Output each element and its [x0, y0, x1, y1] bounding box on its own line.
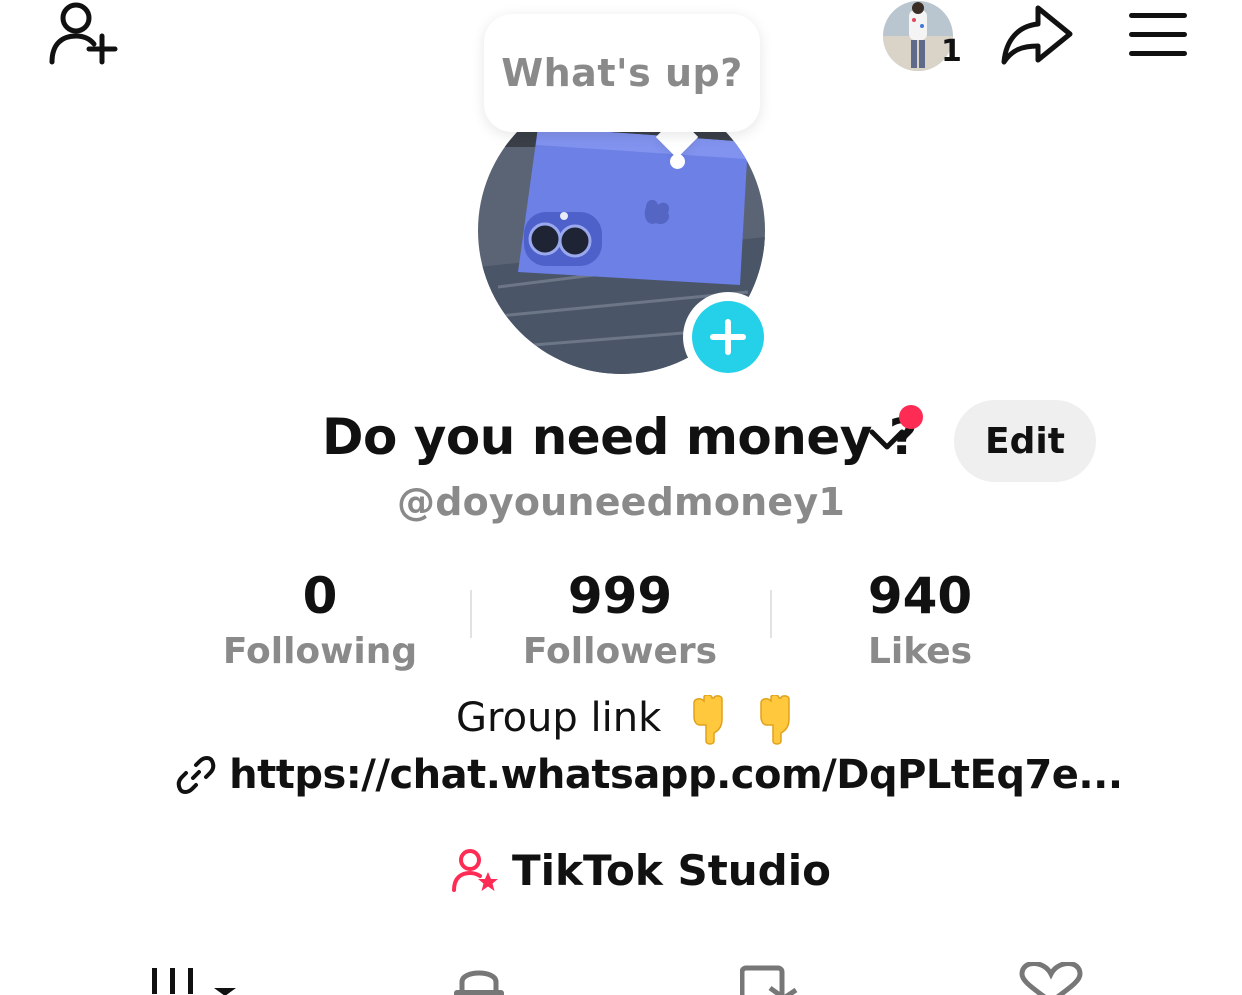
stat-value: 0: [302, 567, 338, 625]
pointing-down-emoji-icon: [693, 695, 723, 745]
stat-value: 940: [867, 567, 973, 625]
bio-link[interactable]: https://chat.whatsapp.com/DqPLtEq7e...: [176, 752, 1123, 798]
add-friend-button[interactable]: [48, 0, 120, 66]
creator-star-icon: [452, 848, 498, 892]
status-bubble[interactable]: What's up?: [484, 14, 760, 132]
link-icon: [176, 756, 216, 794]
stat-label: Likes: [867, 631, 973, 672]
account-dropdown[interactable]: [868, 424, 906, 458]
tiktok-studio-label: TikTok Studio: [512, 846, 831, 895]
share-button[interactable]: [1000, 4, 1074, 66]
lock-icon: [454, 970, 504, 995]
stat-likes[interactable]: 940 Likes: [770, 568, 1070, 676]
tab-private[interactable]: [452, 962, 506, 995]
profile-name: Do you need money ?: [322, 408, 918, 466]
chevron-down-icon: [869, 429, 905, 450]
grid-icon: [152, 968, 236, 995]
tab-videos[interactable]: [150, 962, 240, 995]
notification-count: 1: [941, 34, 962, 69]
tab-liked[interactable]: [1018, 961, 1084, 995]
stat-value: 999: [567, 567, 673, 625]
hamburger-icon: [1129, 13, 1187, 56]
add-user-icon: [49, 2, 118, 65]
bio-line-text: Group link: [456, 695, 662, 741]
edit-profile-button[interactable]: Edit: [954, 400, 1096, 482]
menu-button[interactable]: [1128, 12, 1188, 58]
stat-label: Following: [222, 631, 418, 672]
stat-followers[interactable]: 999 Followers: [470, 568, 770, 676]
share-icon: [1001, 5, 1073, 65]
stat-label: Followers: [522, 631, 718, 672]
repost-icon: [739, 965, 798, 995]
plus-icon: [710, 319, 746, 355]
notification-dot: [899, 405, 923, 429]
bubble-dot: [670, 154, 685, 169]
plus-circle: [692, 301, 764, 373]
bio-link-text: https://chat.whatsapp.com/DqPLtEq7e...: [229, 752, 1123, 798]
heart-icon: [1019, 961, 1083, 995]
profile-handle: @doyouneedmoney1: [397, 480, 845, 524]
pointing-down-emoji-icon: [759, 695, 790, 745]
add-story-button[interactable]: [683, 292, 773, 382]
tab-reposts[interactable]: [739, 962, 800, 995]
bubble-text: What's up?: [501, 51, 743, 95]
bio-text: Group link: [456, 695, 795, 745]
stat-following[interactable]: 0 Following: [170, 568, 470, 676]
account-switcher[interactable]: 1: [881, 0, 963, 72]
tiktok-studio-button[interactable]: TikTok Studio: [452, 846, 831, 895]
